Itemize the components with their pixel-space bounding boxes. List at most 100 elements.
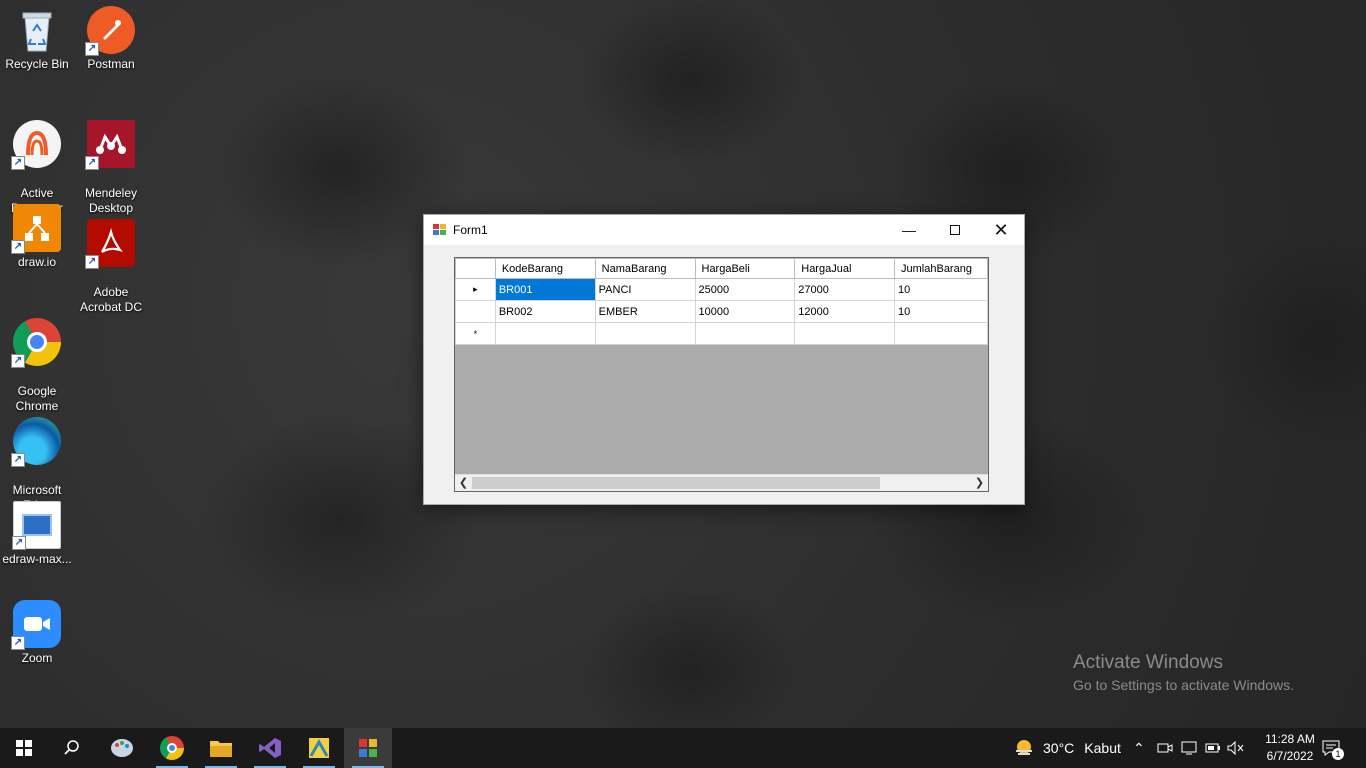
- device-warning-icon: [1181, 741, 1197, 755]
- chevron-up-icon: ⌃: [1133, 739, 1145, 756]
- taskbar-file-explorer[interactable]: [197, 728, 245, 768]
- watermark-title: Activate Windows: [1073, 652, 1223, 673]
- grid-cell[interactable]: 10000: [694, 300, 796, 323]
- grid-cell[interactable]: EMBER: [594, 300, 696, 323]
- grid-cell[interactable]: 27000: [794, 278, 896, 301]
- grid-cell[interactable]: 12000: [794, 300, 896, 323]
- tray-meet-now[interactable]: [1157, 728, 1173, 768]
- app-icon: [309, 738, 329, 758]
- grid-header-row: KodeBarang NamaBarang HargaBeli HargaJua…: [455, 258, 988, 279]
- taskbar-paint[interactable]: [98, 728, 146, 768]
- taskbar-chrome[interactable]: [148, 728, 196, 768]
- scrollbar-thumb[interactable]: [472, 477, 880, 489]
- scroll-right-icon[interactable]: ❯: [971, 475, 988, 491]
- edge-icon: ↗: [11, 417, 61, 467]
- desktop-icon-label: Recycle Bin: [5, 57, 69, 71]
- minimize-button[interactable]: —: [886, 215, 932, 245]
- table-row-new[interactable]: *: [455, 322, 988, 345]
- table-row[interactable]: BR002 EMBER 10000 12000 10: [455, 300, 988, 323]
- grid-cell[interactable]: 10: [894, 300, 988, 323]
- desktop-icon-zoom[interactable]: ↗ Zoom: [0, 600, 75, 666]
- taskbar-app[interactable]: [295, 728, 343, 768]
- notification-badge: 1: [1332, 748, 1344, 760]
- column-header-jumlahbarang[interactable]: JumlahBarang: [894, 258, 988, 279]
- active-presenter-icon: ↗: [11, 120, 61, 170]
- weather-condition: Kabut: [1084, 740, 1121, 756]
- visual-studio-icon: [259, 738, 281, 758]
- scroll-left-icon[interactable]: ❮: [455, 475, 472, 491]
- grid-cell[interactable]: 10: [894, 278, 988, 301]
- start-button[interactable]: [0, 728, 48, 768]
- folder-icon: [210, 741, 232, 757]
- watermark-subtitle: Go to Settings to activate Windows.: [1073, 677, 1294, 693]
- desktop-icon-label: Adobe Acrobat DC: [79, 285, 143, 314]
- taskbar-clock[interactable]: 11:28 AM 6/7/2022: [1258, 731, 1322, 765]
- row-header-current[interactable]: ▸: [455, 278, 496, 301]
- form-app-icon: [433, 224, 447, 236]
- windows-logo-icon: [16, 740, 32, 756]
- grid-corner-cell[interactable]: [455, 258, 496, 279]
- close-icon: ✕: [993, 219, 1009, 240]
- activate-windows-watermark: Activate Windows Go to Settings to activ…: [1073, 652, 1294, 693]
- desktop-icon-drawio[interactable]: ↗ draw.io: [0, 204, 75, 270]
- tray-security[interactable]: [1181, 728, 1197, 768]
- desktop-icon-postman[interactable]: ↗ Postman: [73, 6, 149, 72]
- chrome-taskbar-icon: [160, 736, 184, 760]
- column-header-kodebarang[interactable]: KodeBarang: [494, 258, 596, 279]
- tray-volume[interactable]: [1227, 728, 1245, 768]
- taskbar-visual-studio[interactable]: [246, 728, 294, 768]
- paint-icon: [111, 739, 133, 757]
- clock-date: 6/7/2022: [1266, 749, 1314, 763]
- camera-icon: [1157, 743, 1173, 753]
- maximize-button[interactable]: [932, 215, 978, 245]
- grid-cell[interactable]: BR002: [494, 300, 596, 323]
- drawio-icon: ↗: [11, 204, 61, 254]
- row-header-new[interactable]: *: [455, 322, 496, 345]
- zoom-icon: ↗: [11, 600, 61, 650]
- grid-cell[interactable]: [694, 322, 796, 345]
- acrobat-icon: ↗: [85, 219, 135, 269]
- clock-time: 11:28 AM: [1265, 732, 1315, 746]
- weather-fog-icon: [1016, 740, 1032, 755]
- tray-battery[interactable]: [1205, 728, 1221, 768]
- taskbar: 30°C Kabut ⌃ 11:28 AM 6/7/2022 1: [0, 728, 1366, 768]
- column-header-hargabeli[interactable]: HargaBeli: [694, 258, 796, 279]
- desktop-icon-acrobat[interactable]: ↗ Adobe Acrobat DC: [73, 204, 149, 330]
- maximize-icon: [950, 225, 960, 235]
- show-hidden-icons-button[interactable]: ⌃: [1133, 728, 1145, 768]
- taskbar-form1[interactable]: [344, 728, 392, 768]
- window-title: Form1: [453, 223, 488, 237]
- grid-cell[interactable]: [494, 322, 596, 345]
- grid-cell[interactable]: BR001: [494, 278, 596, 301]
- form1-window[interactable]: Form1 — ✕ KodeBarang NamaBarang HargaBel…: [423, 214, 1025, 505]
- grid-cell[interactable]: [894, 322, 988, 345]
- action-center-button[interactable]: 1: [1322, 728, 1344, 768]
- chrome-icon: ↗: [11, 318, 61, 368]
- search-button[interactable]: [48, 728, 96, 768]
- row-header[interactable]: [455, 300, 496, 323]
- weather-temperature: 30°C: [1043, 740, 1075, 756]
- grid-cell[interactable]: [794, 322, 896, 345]
- grid-cell[interactable]: [594, 322, 696, 345]
- desktop-icon-label: draw.io: [17, 255, 57, 269]
- desktop-icon-label: Postman: [87, 57, 135, 71]
- close-button[interactable]: ✕: [978, 215, 1024, 245]
- table-row[interactable]: ▸ BR001 PANCI 25000 27000 10: [455, 278, 988, 301]
- edraw-icon: ↗: [12, 501, 61, 550]
- grid-cell[interactable]: 25000: [694, 278, 796, 301]
- desktop-icon-label: Zoom: [21, 651, 53, 665]
- window-titlebar[interactable]: Form1 — ✕: [424, 215, 1024, 245]
- postman-icon: ↗: [85, 6, 135, 56]
- data-grid-view[interactable]: KodeBarang NamaBarang HargaBeli HargaJua…: [454, 257, 989, 492]
- weather-widget[interactable]: 30°C Kabut: [1013, 728, 1121, 768]
- column-header-namabarang[interactable]: NamaBarang: [594, 258, 696, 279]
- desktop-icon-recycle-bin[interactable]: Recycle Bin: [0, 6, 75, 72]
- desktop-icon-edraw[interactable]: ↗ edraw-max...: [0, 501, 75, 567]
- column-header-hargajual[interactable]: HargaJual: [794, 258, 896, 279]
- horizontal-scrollbar[interactable]: ❮ ❯: [455, 474, 988, 491]
- battery-icon: [1205, 743, 1220, 753]
- grid-cell[interactable]: PANCI: [594, 278, 696, 301]
- minimize-icon: —: [902, 222, 916, 238]
- recycle-bin-icon: [13, 6, 61, 54]
- search-icon: [64, 740, 79, 755]
